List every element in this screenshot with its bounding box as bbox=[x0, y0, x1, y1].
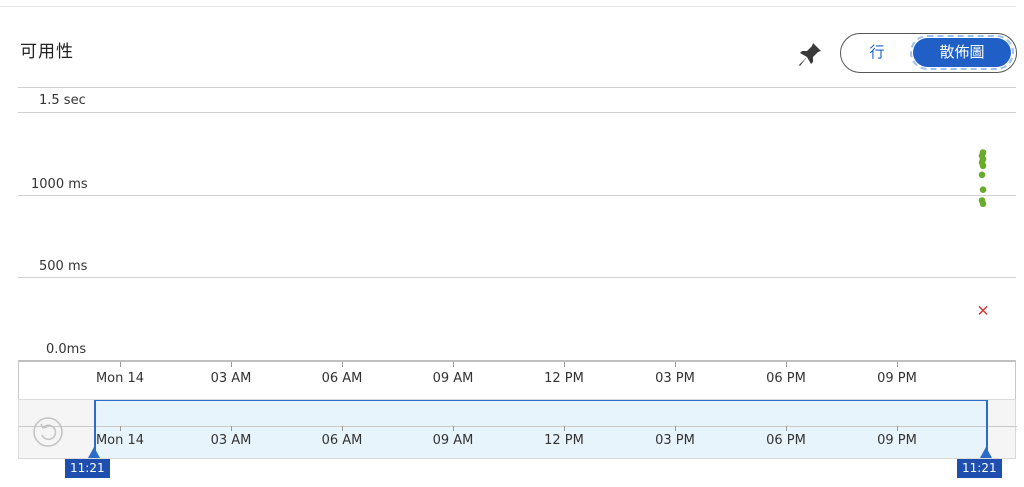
navigator-tick bbox=[897, 426, 898, 431]
navigator-tick bbox=[231, 426, 232, 431]
scatter-point-0-8[interactable] bbox=[979, 200, 987, 208]
x-label: 03 AM bbox=[210, 371, 252, 386]
navigator-selected-range[interactable] bbox=[95, 400, 987, 458]
reset-zoom-icon[interactable] bbox=[32, 416, 64, 448]
navigator-axis-line bbox=[19, 426, 1017, 427]
right-handle-arrow[interactable] bbox=[980, 447, 992, 458]
range-end-time: 11:21 bbox=[957, 459, 1002, 478]
navigator-tick bbox=[675, 426, 676, 431]
navigator-label: 03 AM bbox=[210, 433, 252, 448]
range-navigator[interactable]: Mon 14 03 AM 06 AM 09 AM 12 PM 03 PM 06 … bbox=[18, 399, 1017, 459]
x-label: 06 PM bbox=[766, 371, 806, 386]
x-tick bbox=[453, 362, 454, 367]
pin-icon[interactable] bbox=[796, 40, 824, 68]
navigator-tick bbox=[564, 426, 565, 431]
x-tick bbox=[675, 362, 676, 367]
navigator-label: 09 AM bbox=[432, 433, 474, 448]
x-tick bbox=[786, 362, 787, 367]
x-tick bbox=[897, 362, 898, 367]
range-start-time: 11:21 bbox=[65, 459, 110, 478]
x-tick bbox=[342, 362, 343, 367]
navigator-label: 03 PM bbox=[655, 433, 695, 448]
x-label: 06 AM bbox=[321, 371, 363, 386]
scatter-plot-area bbox=[978, 149, 988, 315]
left-handle-arrow[interactable] bbox=[88, 447, 100, 458]
navigator-tick bbox=[453, 426, 454, 431]
x-label: 09 AM bbox=[432, 371, 474, 386]
navigator-tick bbox=[120, 426, 121, 431]
x-axis: Mon 14 03 AM 06 AM 09 AM 12 PM 03 PM 06 … bbox=[18, 360, 1016, 401]
navigator-label: 09 PM bbox=[877, 433, 917, 448]
toggle-scatter-option[interactable]: 散佈圖 bbox=[910, 35, 1014, 70]
navigator-label: 12 PM bbox=[544, 433, 584, 448]
scatter-point-0-4[interactable] bbox=[979, 162, 987, 170]
navigator-label: 06 PM bbox=[766, 433, 806, 448]
scatter-point-0-6[interactable] bbox=[979, 186, 987, 194]
x-label: 03 PM bbox=[655, 371, 695, 386]
x-tick bbox=[564, 362, 565, 367]
x-label: 09 PM bbox=[877, 371, 917, 386]
scatter-chart: 1.5 sec 1000 ms 500 ms 0.0ms bbox=[0, 85, 1016, 361]
error-point-0[interactable] bbox=[978, 305, 988, 315]
x-label: Mon 14 bbox=[95, 371, 145, 386]
top-divider bbox=[0, 6, 1016, 7]
navigator-label: Mon 14 bbox=[95, 433, 145, 448]
x-tick bbox=[231, 362, 232, 367]
chart-type-toggle: 行 散佈圖 bbox=[840, 33, 1017, 73]
scatter-point-0-5[interactable] bbox=[978, 171, 986, 179]
toggle-line-option[interactable]: 行 bbox=[854, 34, 900, 71]
x-label: 12 PM bbox=[544, 371, 584, 386]
navigator-tick bbox=[342, 426, 343, 431]
navigator-label: 06 AM bbox=[321, 433, 363, 448]
x-tick bbox=[120, 362, 121, 367]
panel-title: 可用性 bbox=[20, 42, 74, 62]
navigator-tick bbox=[786, 426, 787, 431]
